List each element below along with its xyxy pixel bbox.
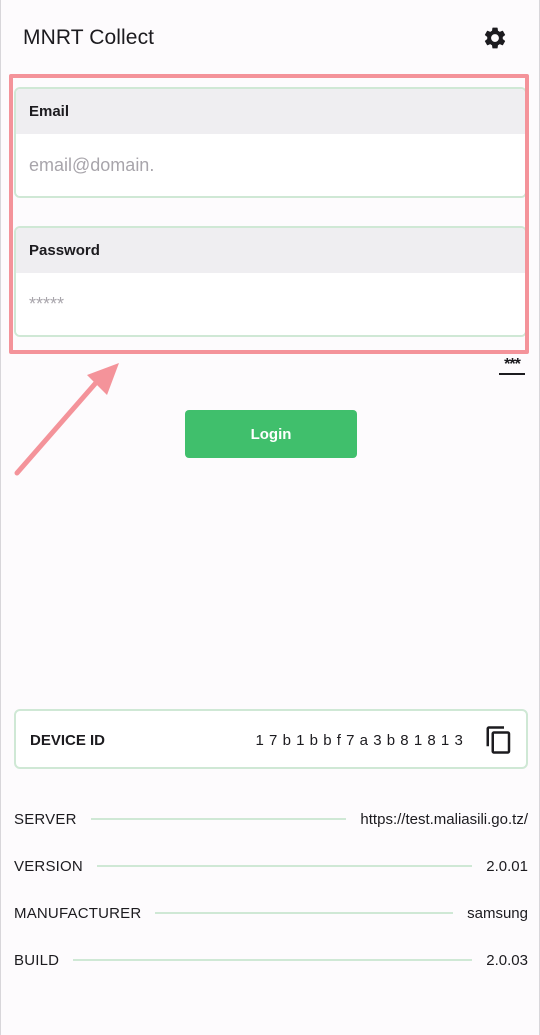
info-value: 2.0.03 xyxy=(486,951,528,969)
settings-button[interactable] xyxy=(481,24,509,52)
copy-icon xyxy=(486,726,511,754)
info-value: https://test.maliasili.go.tz/ xyxy=(360,810,528,828)
password-input[interactable] xyxy=(16,273,525,335)
toggle-underline xyxy=(499,373,525,375)
device-id-label: DEVICE ID xyxy=(30,732,106,749)
divider xyxy=(155,912,454,914)
annotation-arrow xyxy=(14,363,119,476)
login-button[interactable]: Login xyxy=(185,410,357,458)
app-title: MNRT Collect xyxy=(23,26,155,49)
gear-icon xyxy=(484,27,506,49)
email-field: Email xyxy=(14,87,527,198)
info-key: MANUFACTURER xyxy=(14,904,142,922)
email-label: Email xyxy=(16,89,525,134)
info-value: 2.0.01 xyxy=(486,857,528,875)
info-key: VERSION xyxy=(14,857,83,875)
info-row-server: SERVER https://test.maliasili.go.tz/ xyxy=(14,807,528,831)
device-id-value: 17b1bbf7a3b81813 xyxy=(255,732,468,749)
info-row-version: VERSION 2.0.01 xyxy=(14,854,528,878)
divider xyxy=(90,818,347,820)
copy-device-id-button[interactable] xyxy=(484,725,514,755)
info-key: SERVER xyxy=(14,810,77,828)
divider xyxy=(73,959,473,961)
device-id-card: DEVICE ID 17b1bbf7a3b81813 xyxy=(14,709,528,769)
info-value: samsung xyxy=(467,904,528,922)
password-label: Password xyxy=(16,228,525,273)
app-bar: MNRT Collect xyxy=(1,0,540,76)
password-field: Password xyxy=(14,226,527,337)
password-visibility-toggle[interactable]: *** xyxy=(497,356,527,378)
info-row-build: BUILD 2.0.03 xyxy=(14,948,528,972)
info-key: BUILD xyxy=(14,951,60,969)
info-row-manufacturer: MANUFACTURER samsung xyxy=(14,901,528,925)
asterisks-icon: *** xyxy=(504,356,521,373)
email-input[interactable] xyxy=(16,134,525,196)
divider xyxy=(96,865,473,867)
